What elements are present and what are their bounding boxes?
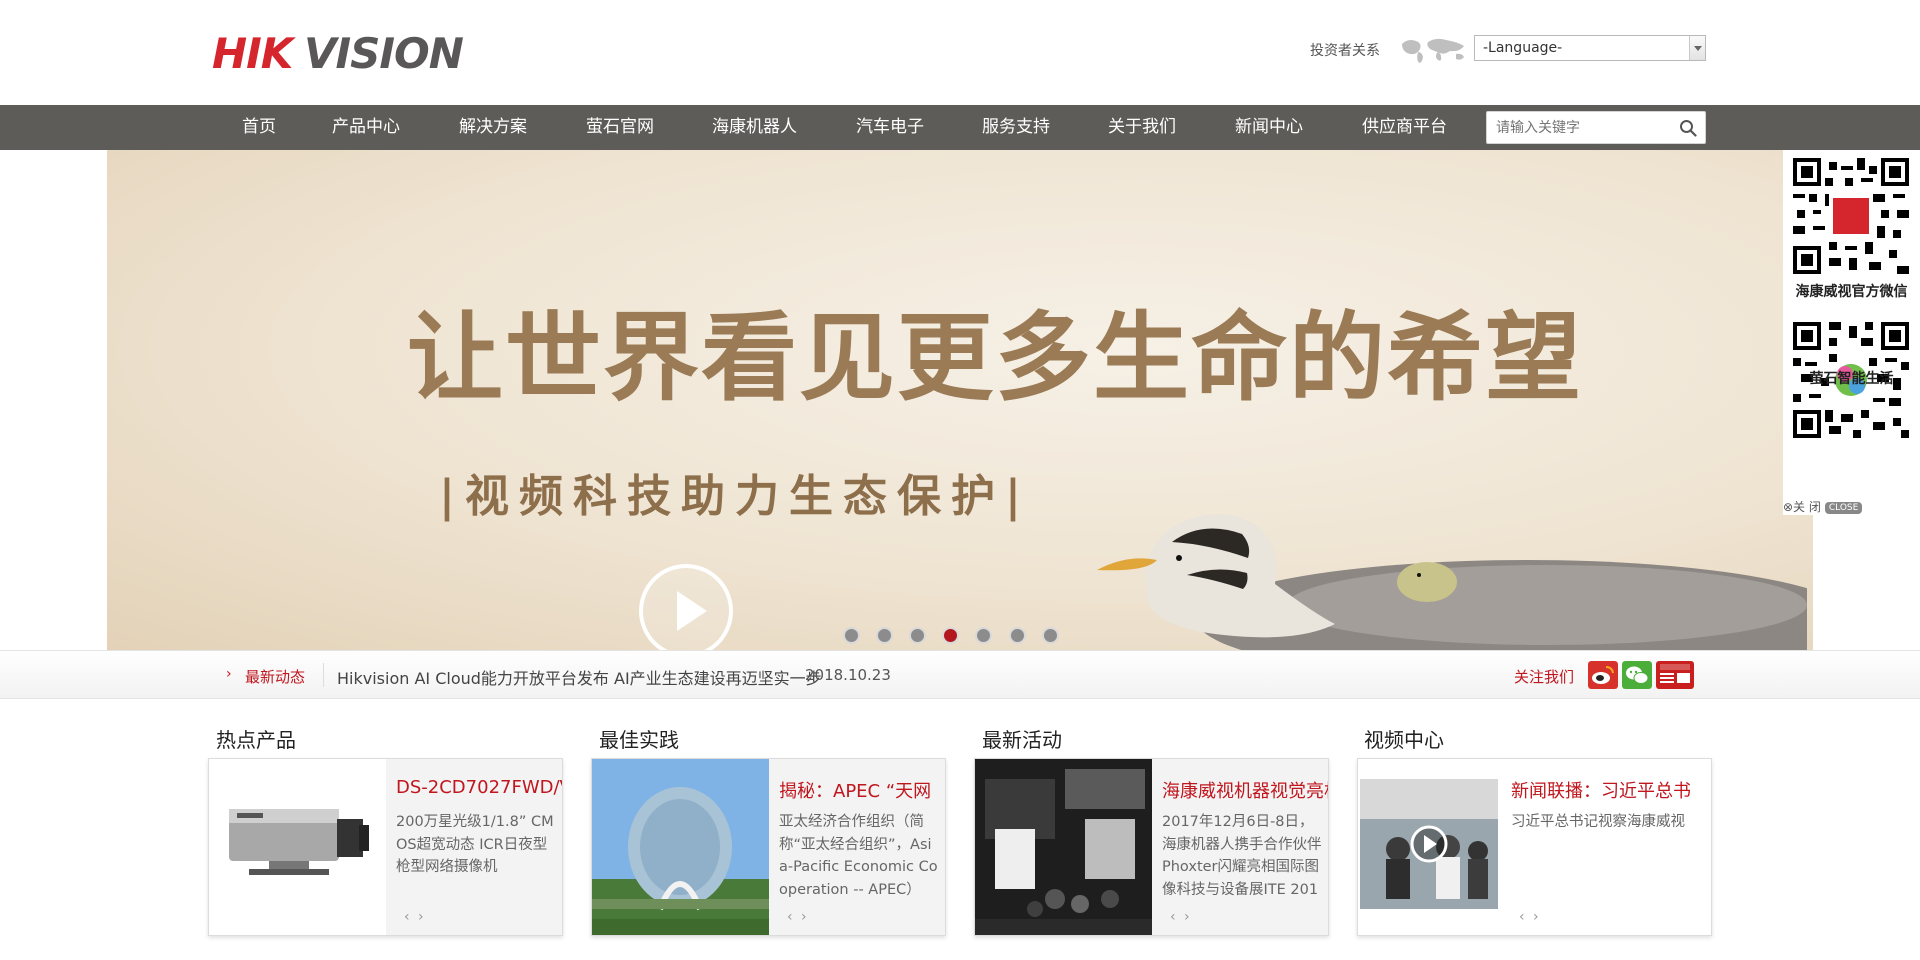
slide-dot[interactable] bbox=[1009, 627, 1026, 644]
nav-item-about[interactable]: 关于我们 bbox=[1108, 105, 1176, 150]
camera-product-image bbox=[209, 759, 386, 935]
header: HIK VISION 投资者关系 -Language- bbox=[0, 0, 1920, 105]
hero-banner[interactable]: 让世界看见更多生命的希望 |视频科技助力生态保护| bbox=[107, 150, 1813, 650]
world-map-icon bbox=[1402, 38, 1464, 63]
card-best-practice[interactable]: 揭秘：APEC “天网 亚太经济合作组织（简称“亚太经合组织”，Asia-Pac… bbox=[591, 758, 946, 936]
slide-dot-active[interactable] bbox=[942, 627, 959, 644]
nav-item-supplier[interactable]: 供应商平台 bbox=[1362, 105, 1447, 150]
ticker-headline-link[interactable]: Hikvision AI Cloud能力开放平台发布 AI产业生态建设再迈坚实一… bbox=[337, 665, 822, 689]
card-hot-product[interactable]: DS-2CD7027FWD/V 200万星光级1/1.8” CMOS超宽动态 I… bbox=[208, 758, 563, 936]
card-video-center[interactable]: 新闻联播：习近平总书 习近平总书记视察海康威视 ‹ › bbox=[1357, 758, 1712, 936]
card-body: DS-2CD7027FWD/V 200万星光级1/1.8” CMOS超宽动态 I… bbox=[386, 759, 562, 935]
nav-item-robotics[interactable]: 海康机器人 bbox=[712, 105, 797, 150]
section-title-video-center: 视频中心 bbox=[1364, 728, 1444, 752]
side-panel-close[interactable]: ⊗关 闭 CLOSE bbox=[1783, 498, 1863, 514]
banner-subtitle: |视频科技助力生态保护| bbox=[439, 471, 1032, 522]
card-title-link[interactable]: 海康威视机器视觉亮相 bbox=[1162, 777, 1328, 803]
svg-text:HIK: HIK bbox=[212, 30, 297, 76]
section-title-latest-events: 最新活动 bbox=[982, 728, 1062, 752]
search-input[interactable] bbox=[1487, 112, 1667, 143]
language-select-value: -Language- bbox=[1483, 40, 1563, 56]
card-title-link[interactable]: 新闻联播：习近平总书 bbox=[1511, 777, 1711, 803]
card-description: 亚太经济合作组织（简称“亚太经合组织”，Asia-Pacific Economi… bbox=[779, 814, 938, 898]
card-body: 新闻联播：习近平总书 习近平总书记视察海康威视 ‹ › bbox=[1501, 759, 1711, 935]
chevron-right-icon: › bbox=[226, 666, 232, 682]
follow-us-label: 关注我们 bbox=[1514, 668, 1575, 686]
slide-dot[interactable] bbox=[975, 627, 992, 644]
goose-illustration bbox=[1097, 514, 1807, 650]
slide-dot[interactable] bbox=[1042, 627, 1059, 644]
weibo-icon[interactable] bbox=[1588, 661, 1618, 689]
nav-item-auto-electronics[interactable]: 汽车电子 bbox=[856, 105, 924, 150]
card-latest-event[interactable]: 海康威视机器视觉亮相 2017年12月6日-8日，海康机器人携手合作伙伴Phox… bbox=[974, 758, 1329, 936]
svg-text:VISION: VISION bbox=[304, 30, 464, 76]
search-icon[interactable] bbox=[1679, 119, 1697, 137]
close-badge: CLOSE bbox=[1824, 502, 1863, 514]
card-body: 揭秘：APEC “天网 亚太经济合作组织（简称“亚太经合组织”，Asia-Pac… bbox=[769, 759, 945, 935]
card-body: 海康威视机器视觉亮相 2017年12月6日-8日，海康机器人携手合作伙伴Phox… bbox=[1152, 759, 1328, 935]
card-pager-arrows[interactable]: ‹ › bbox=[1519, 909, 1541, 925]
banner-slogan: 让世界看见更多生命的希望 bbox=[407, 301, 1583, 414]
card-description: 习近平总书记视察海康威视 bbox=[1511, 814, 1685, 830]
slide-dot[interactable] bbox=[909, 627, 926, 644]
nav-item-home[interactable]: 首页 bbox=[242, 105, 276, 150]
slide-dot[interactable] bbox=[843, 627, 860, 644]
ticker-label: 最新动态 bbox=[245, 668, 306, 686]
card-pager-arrows[interactable]: ‹ › bbox=[404, 909, 426, 925]
wechat-qr-code bbox=[1793, 158, 1909, 274]
page: HIK VISION 投资者关系 -Language- 首页 产品中心 解决方案… bbox=[0, 0, 1920, 960]
news-icon[interactable] bbox=[1656, 661, 1694, 689]
ticker-date: 2018.10.23 bbox=[805, 666, 891, 684]
logo-graphic: HIK VISION bbox=[212, 29, 465, 78]
card-description: 200万星光级1/1.8” CMOS超宽动态 ICR日夜型枪型网络摄像机 bbox=[396, 814, 554, 875]
apec-venue-image bbox=[592, 759, 769, 935]
play-video-button[interactable] bbox=[639, 564, 733, 650]
nav-item-support[interactable]: 服务支持 bbox=[982, 105, 1050, 150]
main-nav: 首页 产品中心 解决方案 萤石官网 海康机器人 汽车电子 服务支持 关于我们 新… bbox=[0, 105, 1920, 150]
nav-item-ezviz[interactable]: 萤石官网 bbox=[586, 105, 654, 150]
nav-item-products[interactable]: 产品中心 bbox=[332, 105, 400, 150]
hikvision-logo[interactable]: HIK VISION bbox=[212, 29, 472, 78]
search-box bbox=[1486, 111, 1706, 144]
language-select[interactable]: -Language- bbox=[1474, 35, 1706, 61]
news-ticker: › 最新动态 Hikvision AI Cloud能力开放平台发布 AI产业生态… bbox=[0, 650, 1920, 699]
ticker-divider bbox=[323, 663, 324, 687]
card-title-link[interactable]: DS-2CD7027FWD/V bbox=[396, 777, 562, 798]
chevron-down-icon[interactable] bbox=[1689, 36, 1705, 60]
section-title-hot-products: 热点产品 bbox=[216, 728, 296, 752]
card-pager-arrows[interactable]: ‹ › bbox=[787, 909, 809, 925]
wechat-qr-label: 海康威视官方微信 bbox=[1795, 284, 1908, 300]
ezviz-qr-label: 萤石智能生活 bbox=[1809, 371, 1894, 387]
nav-item-solutions[interactable]: 解决方案 bbox=[459, 105, 527, 150]
card-pager-arrows[interactable]: ‹ › bbox=[1170, 909, 1192, 925]
investor-relations-link[interactable]: 投资者关系 bbox=[1310, 40, 1380, 60]
qr-side-panel: 海康威视官方微信 萤石智能生活 bbox=[1783, 150, 1920, 515]
close-label: ⊗关 闭 bbox=[1783, 500, 1821, 514]
expo-event-image bbox=[975, 759, 1152, 935]
section-title-best-practice: 最佳实践 bbox=[599, 728, 679, 752]
card-description: 2017年12月6日-8日，海康机器人携手合作伙伴Phoxter闪耀亮相国际图像… bbox=[1162, 814, 1322, 898]
wechat-icon[interactable] bbox=[1622, 661, 1652, 689]
nav-item-news[interactable]: 新闻中心 bbox=[1235, 105, 1303, 150]
card-title-link[interactable]: 揭秘：APEC “天网 bbox=[779, 777, 945, 803]
slide-dot[interactable] bbox=[876, 627, 893, 644]
